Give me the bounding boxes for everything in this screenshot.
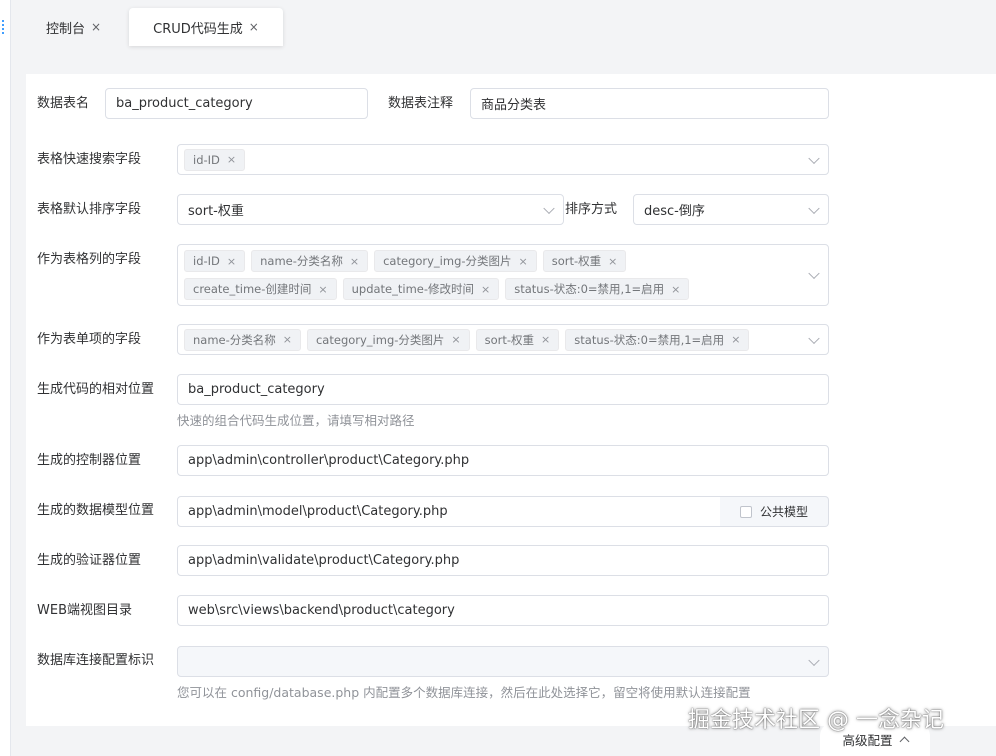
tab-crud-generator[interactable]: CRUD代码生成 × — [129, 8, 283, 46]
tag-label: name-分类名称 — [193, 332, 276, 347]
tag-label: create_time-创建时间 — [193, 282, 312, 296]
tag: create_time-创建时间 × — [184, 278, 337, 300]
table-comment-value: 商品分类表 — [481, 98, 547, 113]
common-model-label: 公共模型 — [760, 505, 809, 519]
model-path-value: app\admin\model\product\Category.php — [188, 504, 448, 519]
sort-order-label: 排序方式 — [565, 202, 618, 217]
table-name-label: 数据表名 — [37, 96, 90, 111]
validate-path-input[interactable]: app\admin\validate\product\Category.php — [177, 545, 829, 576]
tag: update_time-修改时间 × — [342, 278, 500, 300]
model-path-label: 生成的数据模型位置 — [37, 503, 155, 518]
checkbox-icon[interactable] — [740, 505, 752, 518]
sort-order-value: desc-倒序 — [644, 204, 705, 219]
default-sort-select[interactable]: sort-权重 — [177, 194, 564, 225]
watermark: 掘金技术社区 @ 一念杂记 — [688, 708, 944, 733]
chevron-down-icon — [808, 202, 820, 214]
chevron-up-icon — [899, 736, 909, 746]
tag: status-状态:0=禁用,1=启用 × — [565, 328, 750, 351]
sort-order-select[interactable]: desc-倒序 — [633, 194, 829, 225]
tag: name-分类名称 × — [251, 250, 369, 272]
controller-path-input[interactable]: app\admin\controller\product\Category.ph… — [177, 445, 829, 476]
tag-close-icon[interactable]: × — [608, 255, 617, 268]
tag: id-ID × — [184, 250, 246, 272]
tag: category_img-分类图片 × — [374, 250, 537, 272]
relative-path-value: ba_product_category — [188, 382, 325, 397]
tag-label: status-状态:0=禁用,1=启用 — [574, 332, 725, 347]
tag: status-状态:0=禁用,1=启用 × — [505, 278, 690, 300]
db-connection-label: 数据库连接配置标识 — [37, 653, 155, 668]
tag-label: id-ID — [193, 152, 220, 167]
tag: sort-权重 × — [475, 328, 560, 351]
web-view-dir-label: WEB端视图目录 — [37, 603, 132, 618]
table-name-value: ba_product_category — [116, 96, 253, 111]
model-path-input[interactable]: app\admin\model\product\Category.php — [177, 496, 721, 527]
quick-search-select[interactable]: id-ID × — [177, 144, 829, 175]
table-columns-label: 作为表格列的字段 — [37, 252, 142, 267]
tag-close-icon[interactable]: × — [451, 333, 460, 346]
tag-close-icon[interactable]: × — [350, 255, 359, 268]
db-connection-hint: 您可以在 config/database.php 内配置多个数据库连接，然后在此… — [177, 685, 751, 700]
tag: id-ID × — [184, 148, 246, 171]
table-comment-input[interactable]: 商品分类表 — [470, 88, 829, 119]
common-model-checkbox[interactable]: 公共模型 — [720, 496, 829, 527]
close-icon[interactable]: × — [91, 20, 101, 34]
validate-path-label: 生成的验证器位置 — [37, 553, 142, 568]
validate-path-value: app\admin\validate\product\Category.php — [188, 553, 460, 568]
tag-close-icon[interactable]: × — [318, 283, 327, 296]
tag-close-icon[interactable]: × — [227, 255, 236, 268]
tag-label: sort-权重 — [551, 254, 602, 268]
sidebar-edge — [0, 0, 11, 756]
tag-close-icon[interactable]: × — [671, 283, 680, 296]
tab-label: 控制台 — [46, 21, 86, 37]
tag-close-icon[interactable]: × — [519, 255, 528, 268]
tag-close-icon[interactable]: × — [731, 333, 740, 346]
tag-close-icon[interactable]: × — [227, 153, 236, 166]
chevron-down-icon — [808, 654, 820, 666]
web-view-dir-input[interactable]: web\src\views\backend\product\category — [177, 595, 829, 626]
tag-label: category_img-分类图片 — [383, 254, 512, 268]
form-fields-label: 作为表单项的字段 — [37, 332, 142, 347]
tab-dashboard[interactable]: 控制台 × — [46, 8, 101, 46]
tag-label: id-ID — [193, 254, 220, 268]
db-connection-select[interactable] — [177, 646, 829, 677]
tag: category_img-分类图片 × — [306, 328, 470, 351]
chevron-down-icon — [543, 202, 555, 214]
tag: name-分类名称 × — [184, 328, 301, 351]
tag-label: sort-权重 — [484, 332, 535, 347]
default-sort-value: sort-权重 — [188, 204, 244, 219]
tab-label: CRUD代码生成 — [153, 21, 243, 37]
web-view-dir-value: web\src\views\backend\product\category — [188, 603, 455, 618]
tag-close-icon[interactable]: × — [283, 333, 292, 346]
form-fields-select[interactable]: name-分类名称 × category_img-分类图片 × sort-权重 × s… — [177, 324, 829, 355]
tag-label: status-状态:0=禁用,1=启用 — [514, 282, 665, 296]
chevron-down-icon — [808, 332, 820, 344]
tag: sort-权重 × — [542, 250, 627, 272]
tag-label: name-分类名称 — [260, 254, 343, 268]
chevron-down-icon — [808, 152, 820, 164]
table-comment-label: 数据表注释 — [388, 96, 454, 111]
controller-path-label: 生成的控制器位置 — [37, 453, 142, 468]
tag-label: update_time-修改时间 — [351, 282, 475, 296]
tag-close-icon[interactable]: × — [481, 283, 490, 296]
tag-close-icon[interactable]: × — [541, 333, 550, 346]
close-icon[interactable]: × — [249, 20, 259, 34]
table-name-input[interactable]: ba_product_category — [105, 88, 368, 119]
tabs-bar: 控制台 × CRUD代码生成 × — [12, 0, 996, 60]
menu-toggle-icon[interactable] — [2, 20, 7, 34]
relative-path-hint: 快速的组合代码生成位置，请填写相对路径 — [177, 413, 415, 428]
controller-path-value: app\admin\controller\product\Category.ph… — [188, 453, 470, 468]
quick-search-label: 表格快速搜索字段 — [37, 152, 142, 167]
tag-label: category_img-分类图片 — [315, 332, 445, 347]
default-sort-label: 表格默认排序字段 — [37, 202, 142, 217]
relative-path-label: 生成代码的相对位置 — [37, 382, 155, 397]
table-columns-select[interactable]: id-ID × name-分类名称 × category_img-分类图片 × sor… — [177, 244, 829, 306]
relative-path-input[interactable]: ba_product_category — [177, 374, 829, 405]
chevron-down-icon — [808, 267, 820, 280]
